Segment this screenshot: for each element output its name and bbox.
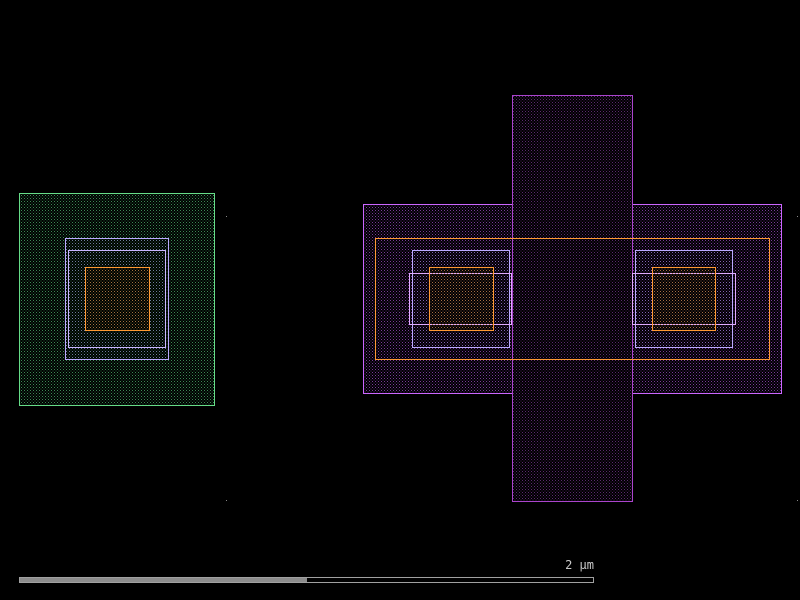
scale-bar-fill [20, 578, 307, 582]
well-tap-structure [19, 193, 215, 406]
transistor-structure [363, 95, 782, 502]
grid-dot [797, 500, 798, 501]
scale-bar [19, 577, 594, 583]
layout-view [19, 95, 798, 502]
drain-contact-stack [632, 250, 736, 348]
grid-dot [226, 216, 227, 217]
grid-dot [797, 216, 798, 217]
poly-gate [512, 95, 633, 502]
layout-canvas: 2 µm [0, 0, 800, 600]
grid-dot [226, 500, 227, 501]
drain-contact [652, 267, 716, 331]
source-contact-stack [409, 250, 512, 348]
source-contact [429, 267, 494, 331]
contact-region [85, 267, 150, 331]
scale-label: 2 µm [565, 558, 594, 572]
